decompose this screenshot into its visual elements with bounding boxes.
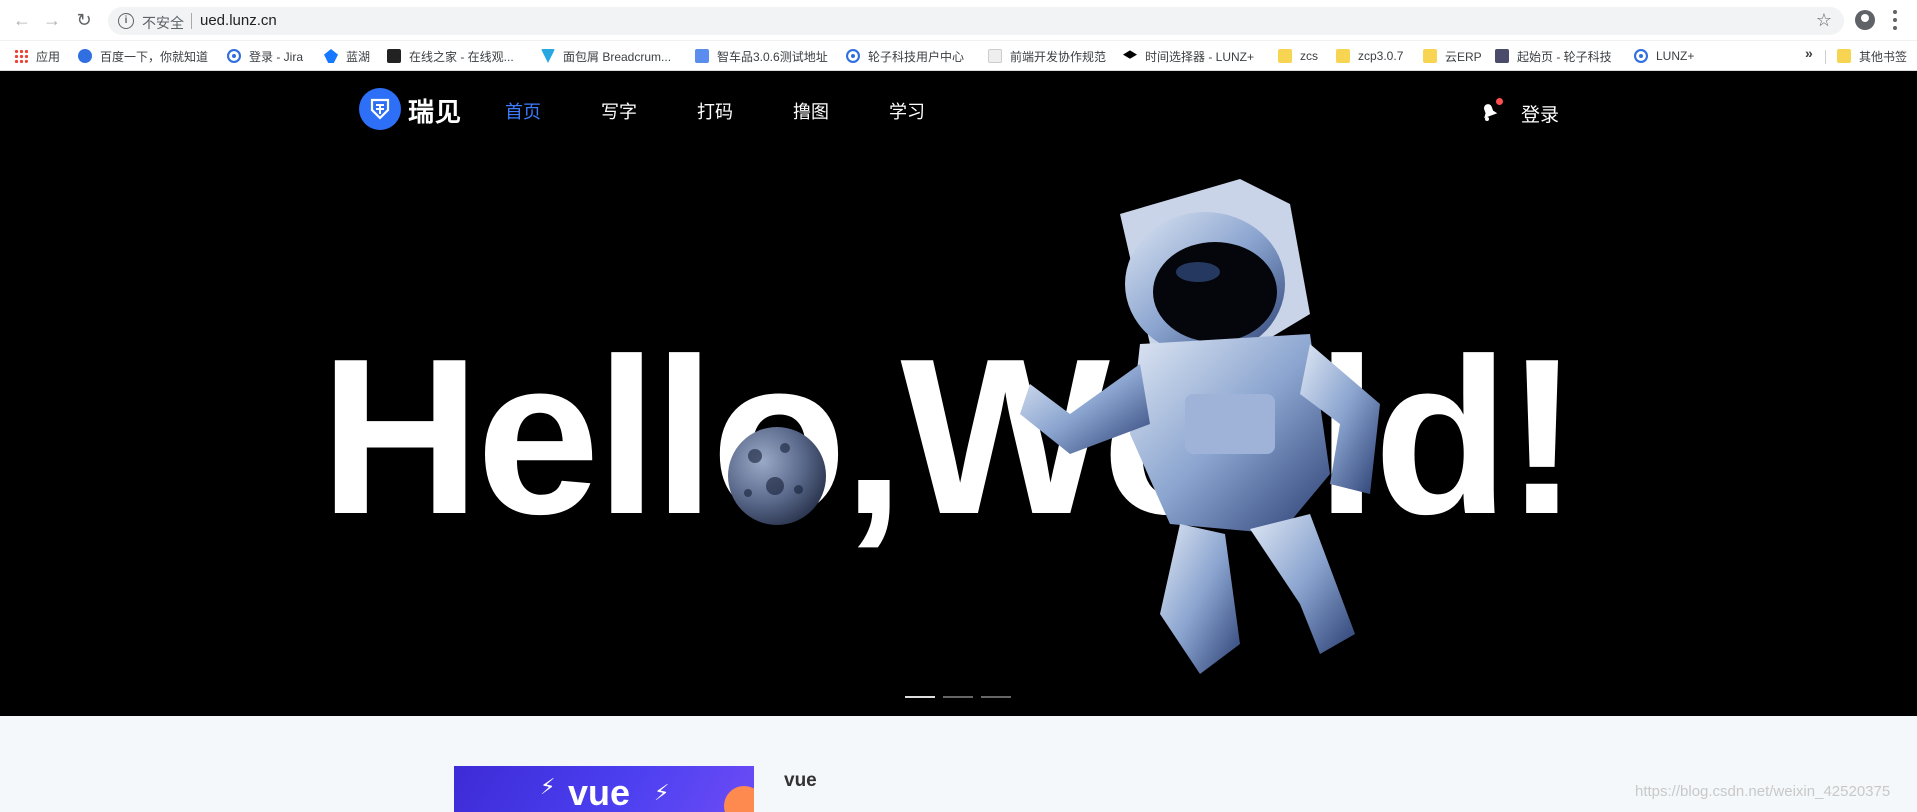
- bookmark-start[interactable]: 起始页 - 轮子科技: [1495, 47, 1612, 65]
- reload-icon[interactable]: ↻: [74, 10, 94, 30]
- bookmark-label: 其他书签: [1859, 49, 1908, 64]
- account-icon[interactable]: [1855, 10, 1875, 30]
- bookmark-label: 智车品3.0.6测试地址: [717, 49, 828, 64]
- bookmark-label: zcp3.0.7: [1358, 49, 1404, 63]
- bookmark-label: zcs: [1300, 49, 1318, 63]
- graduation-cap-icon: [1123, 50, 1137, 59]
- bookmark-label: 时间选择器 - LUNZ+: [1145, 49, 1255, 64]
- carousel-dot-1[interactable]: [905, 696, 935, 698]
- nav-design[interactable]: 撸图: [793, 98, 829, 124]
- breadcrumb-icon: [541, 49, 555, 63]
- gear-icon: [1634, 49, 1648, 63]
- card-title[interactable]: vue: [784, 770, 817, 792]
- bookmark-label: 应用: [36, 49, 61, 64]
- bookmark-baidu[interactable]: 百度一下，你就知道: [78, 47, 208, 65]
- thumbnail-text: vue: [568, 772, 631, 812]
- bookmark-label: 起始页 - 轮子科技: [1517, 49, 1612, 64]
- content-section: ⚡ vue ⚡ vue https://blog.csdn.net/weixin…: [0, 716, 1917, 812]
- baidu-paw-icon: [78, 49, 92, 63]
- bookmark-label: 蓝湖: [346, 49, 371, 64]
- menu-icon[interactable]: [1892, 10, 1898, 30]
- bookmark-label: 轮子科技用户中心: [868, 49, 965, 64]
- logo-text[interactable]: 瑞见: [408, 92, 462, 129]
- folder-icon: [1336, 49, 1350, 63]
- bookmark-label: LUNZ+: [1656, 49, 1695, 63]
- bookmark-lunzplus[interactable]: LUNZ+: [1634, 47, 1694, 65]
- bookmark-label: 面包屑 Breadcrum...: [563, 49, 672, 64]
- bookmark-timepicker[interactable]: 时间选择器 - LUNZ+: [1123, 47, 1254, 65]
- bookmark-breadcrumb[interactable]: 面包屑 Breadcrum...: [541, 47, 671, 65]
- bookmark-zaixian[interactable]: 在线之家 - 在线观...: [387, 47, 514, 65]
- login-link[interactable]: 登录: [1521, 100, 1559, 127]
- bookmark-other[interactable]: 其他书签: [1837, 47, 1907, 65]
- bookmarks-bar: 应用 百度一下，你就知道 登录 - Jira 蓝湖 在线之家 - 在线观... …: [0, 41, 1917, 71]
- nav-write[interactable]: 写字: [601, 98, 637, 124]
- watermark: https://blog.csdn.net/weixin_42520375: [1635, 783, 1891, 800]
- divider: [191, 13, 192, 29]
- divider: [1825, 50, 1826, 64]
- carousel-indicators: [905, 696, 1011, 698]
- bookmark-zcs[interactable]: zcs: [1278, 47, 1318, 65]
- apps-grid-icon: [14, 49, 28, 63]
- card-thumbnail[interactable]: ⚡ vue ⚡: [454, 766, 754, 812]
- document-icon: [988, 49, 1002, 63]
- bookmark-label: 在线之家 - 在线观...: [409, 49, 514, 64]
- bookmark-label: 前端开发协作规范: [1010, 49, 1107, 64]
- decorative-blob: [724, 786, 754, 812]
- bookmark-label: 云ERP: [1445, 49, 1482, 64]
- bookmark-apps[interactable]: 应用: [14, 47, 60, 65]
- star-icon[interactable]: ☆: [1816, 10, 1832, 31]
- lightning-icon: ⚡: [540, 774, 556, 799]
- notification-dot: [1496, 98, 1503, 105]
- address-bar[interactable]: i 不安全 ued.lunz.cn ☆: [108, 7, 1844, 35]
- folder-icon: [1278, 49, 1292, 63]
- bookmarks-overflow-button[interactable]: »: [1805, 45, 1813, 61]
- nav-learn[interactable]: 学习: [889, 98, 925, 124]
- info-icon[interactable]: i: [118, 13, 134, 29]
- logo-icon[interactable]: [359, 88, 401, 130]
- bookmark-erp[interactable]: 云ERP: [1423, 47, 1482, 65]
- hr-icon: [1495, 49, 1509, 63]
- nav-code[interactable]: 打码: [697, 98, 733, 124]
- bookmark-spec[interactable]: 前端开发协作规范: [988, 47, 1106, 65]
- bookmark-zhichepin[interactable]: 智车品3.0.6测试地址: [695, 47, 828, 65]
- planet-image: [728, 427, 826, 525]
- gear-icon: [227, 49, 241, 63]
- hero-banner: 瑞见 首页 写字 打码 撸图 学习 登录 Hello,World!: [0, 71, 1917, 716]
- astronaut-image: [1020, 179, 1380, 674]
- bookmark-label: 百度一下，你就知道: [100, 49, 209, 64]
- forward-arrow-icon[interactable]: →: [42, 10, 62, 30]
- folder-icon: [1837, 49, 1851, 63]
- back-arrow-icon[interactable]: ←: [12, 10, 32, 30]
- clapper-icon: [387, 49, 401, 63]
- car-icon: [695, 49, 709, 63]
- lanhu-icon: [324, 49, 338, 63]
- folder-icon: [1423, 49, 1437, 63]
- bookmark-jira[interactable]: 登录 - Jira: [227, 47, 303, 65]
- bookmark-zcp[interactable]: zcp3.0.7: [1336, 47, 1403, 65]
- carousel-dot-3[interactable]: [981, 696, 1011, 698]
- gear-icon: [846, 49, 860, 63]
- url-text[interactable]: ued.lunz.cn: [200, 12, 277, 29]
- browser-toolbar: ← → ↻ i 不安全 ued.lunz.cn ☆: [0, 0, 1917, 41]
- carousel-dot-2[interactable]: [943, 696, 973, 698]
- bookmark-label: 登录 - Jira: [249, 49, 304, 64]
- lightning-icon: ⚡: [654, 780, 670, 805]
- bookmark-lunzi-user[interactable]: 轮子科技用户中心: [846, 47, 964, 65]
- security-label: 不安全: [142, 15, 184, 31]
- nav-home[interactable]: 首页: [505, 98, 541, 124]
- bookmark-lanhu[interactable]: 蓝湖: [324, 47, 370, 65]
